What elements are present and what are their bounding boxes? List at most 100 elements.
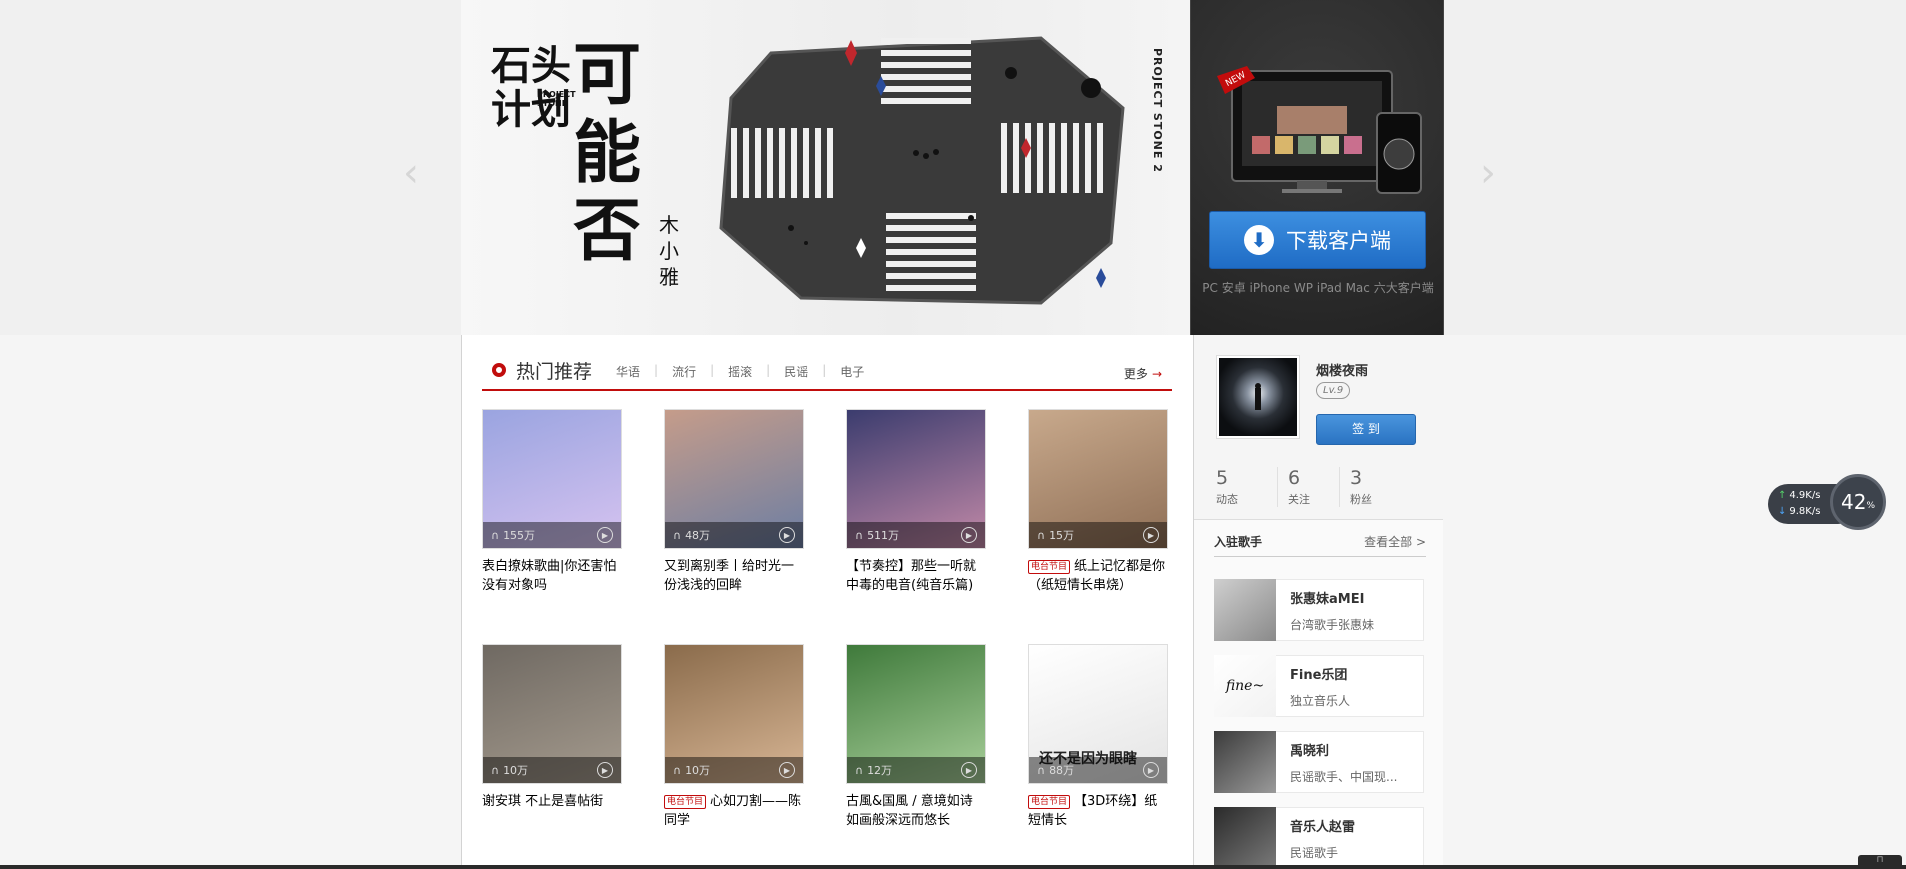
lock-icon[interactable]: ⊓: [1858, 855, 1902, 869]
singer-name: 张惠妹aMEI: [1290, 592, 1365, 607]
cover-bottom-bar: ∩ 155万 ▶: [483, 522, 621, 548]
crossing-illustration: [719, 36, 1125, 305]
singer-item[interactable]: 音乐人赵雷 民谣歌手: [1214, 807, 1424, 869]
playlist-title[interactable]: 电台节目 纸上记忆都是你（纸短情长串烧）: [1028, 557, 1168, 595]
play-icon[interactable]: ▶: [597, 762, 613, 778]
playlist-title[interactable]: 【节奏控】那些一听就中毒的电音(纯音乐篇): [846, 557, 986, 595]
playlist-card: ∩ 10万 ▶ 谢安琪 不止是喜帖街: [482, 644, 622, 869]
radio-badge: 电台节目: [1028, 559, 1071, 574]
play-icon[interactable]: ▶: [1143, 527, 1159, 543]
playlist-cover[interactable]: ∩ 10万 ▶: [482, 644, 622, 784]
singers-header: 入驻歌手 查看全部 >: [1214, 533, 1426, 557]
playlist-cover[interactable]: 还不是因为眼瞎 ∩ 88万 ▶: [1028, 644, 1168, 784]
tag-pop[interactable]: 流行: [672, 363, 696, 380]
playlist-title[interactable]: 电台节目 【3D环绕】纸短情长: [1028, 792, 1168, 830]
playlist-cover[interactable]: ∩ 15万 ▶: [1028, 409, 1168, 549]
play-count: 88万: [1049, 764, 1075, 777]
playlist-cover[interactable]: ∩ 48万 ▶: [664, 409, 804, 549]
user-stats: 5 动态 6 关注 3 粉丝: [1216, 467, 1402, 507]
playlist-cover[interactable]: ∩ 511万 ▶: [846, 409, 986, 549]
play-count: 155万: [503, 529, 536, 542]
playlist-card: ∩ 15万 ▶ 电台节目 纸上记忆都是你（纸短情长串烧）: [1028, 409, 1168, 644]
playlist-card: ∩ 48万 ▶ 又到离别季丨给时光一份浅浅的回眸: [664, 409, 804, 644]
playlist-cover[interactable]: ∩ 12万 ▶: [846, 644, 986, 784]
headphones-icon: ∩: [1037, 528, 1046, 542]
singer-name: 禹晓利: [1290, 744, 1330, 759]
singer-desc: 台湾歌手张惠妹: [1290, 618, 1375, 632]
avatar[interactable]: [1216, 355, 1300, 439]
tag-electronic[interactable]: 电子: [840, 363, 864, 380]
arrow-right-icon: →: [1151, 367, 1162, 381]
playlist-title[interactable]: 表白撩妹歌曲|你还害怕没有对象吗: [482, 557, 622, 595]
playlist-card: ∩ 155万 ▶ 表白撩妹歌曲|你还害怕没有对象吗: [482, 409, 622, 644]
project-stone-logo: 石头计划 PROJECT STONE: [491, 42, 576, 154]
signin-button[interactable]: 签 到: [1316, 414, 1416, 445]
tag-folk[interactable]: 民谣: [784, 363, 808, 380]
playlist-card: ∩ 10万 ▶ 电台节目 心如刀割——陈同学: [664, 644, 804, 869]
play-count: 48万: [685, 529, 711, 542]
singer-desc: 民谣歌手: [1290, 846, 1339, 860]
section-circle-icon: [492, 363, 506, 377]
logo-en: PROJECT STONE: [537, 90, 576, 108]
hot-recommend-title[interactable]: 热门推荐: [516, 357, 592, 384]
more-link[interactable]: 更多 →: [1124, 365, 1162, 382]
singer-item[interactable]: 张惠妹aMEI 台湾歌手张惠妹: [1214, 579, 1424, 641]
playlist-card: 还不是因为眼瞎 ∩ 88万 ▶ 电台节目 【3D环绕】纸短情长: [1028, 644, 1168, 869]
headphones-icon: ∩: [491, 763, 500, 777]
singer-avatar: [1214, 579, 1276, 641]
playlist-cover[interactable]: ∩ 10万 ▶: [664, 644, 804, 784]
playlist-card: ∩ 12万 ▶ 古風&国風 / 意境如诗 如画般深远而悠长: [846, 644, 986, 869]
singer-item[interactable]: fine~ Fine乐团 独立音乐人: [1214, 655, 1424, 717]
playlist-title[interactable]: 又到离别季丨给时光一份浅浅的回眸: [664, 557, 804, 595]
headphones-icon: ∩: [855, 763, 864, 777]
play-icon[interactable]: ▶: [961, 527, 977, 543]
download-client-button[interactable]: ⬇ 下载客户端: [1209, 211, 1426, 269]
banner-prev-arrow[interactable]: ‹: [403, 150, 419, 196]
stat-events[interactable]: 5 动态: [1216, 467, 1278, 507]
cover-bottom-bar: ∩ 12万 ▶: [847, 757, 985, 783]
singer-item[interactable]: 禹晓利 民谣歌手、中国现...: [1214, 731, 1424, 793]
banner-side-caption: PROJECT STONE 2: [1151, 48, 1164, 173]
singer-desc: 民谣歌手、中国现...: [1290, 770, 1398, 784]
cover-bottom-bar: ∩ 15万 ▶: [1029, 522, 1167, 548]
stat-follows[interactable]: 6 关注: [1278, 467, 1340, 507]
play-icon[interactable]: ▶: [1143, 762, 1159, 778]
play-icon[interactable]: ▶: [779, 527, 795, 543]
playlist-title[interactable]: 谢安琪 不止是喜帖街: [482, 792, 622, 811]
play-icon[interactable]: ▶: [597, 527, 613, 543]
username[interactable]: 烟楼夜雨: [1316, 360, 1368, 379]
download-speed: 9.8K/s: [1789, 506, 1821, 517]
net-speed-widget[interactable]: ↑ 4.9K/s ↓ 9.8K/s 42%: [1768, 474, 1886, 532]
singer-name: Fine乐团: [1290, 668, 1348, 683]
banner-artist: 木小雅: [659, 213, 679, 289]
singers-view-all-link[interactable]: 查看全部 >: [1364, 533, 1426, 550]
cover-bottom-bar: ∩ 511万 ▶: [847, 522, 985, 548]
play-icon[interactable]: ▶: [779, 762, 795, 778]
banner-next-arrow[interactable]: ›: [1480, 150, 1496, 196]
tag-rock[interactable]: 摇滚: [728, 363, 752, 380]
download-arrow-icon: ↓: [1778, 506, 1787, 517]
play-icon[interactable]: ▶: [961, 762, 977, 778]
singer-avatar: fine~: [1214, 655, 1276, 717]
logo-cn: 石头计划: [491, 42, 571, 133]
playlist-title[interactable]: 古風&国風 / 意境如诗 如画般深远而悠长: [846, 792, 986, 830]
headphones-icon: ∩: [673, 528, 682, 542]
singer-desc: 独立音乐人: [1290, 694, 1351, 708]
cover-bottom-bar: ∩ 48万 ▶: [665, 522, 803, 548]
playlist-title[interactable]: 电台节目 心如刀割——陈同学: [664, 792, 804, 830]
stat-fans[interactable]: 3 粉丝: [1340, 467, 1402, 507]
download-platforms: PC 安卓 iPhone WP iPad Mac 六大客户端: [1202, 281, 1434, 295]
right-sidebar: 烟楼夜雨 Lv.9 签 到 5 动态 6 关注 3 粉丝 入驻歌手 查看全部 > 张惠…: [1193, 335, 1443, 869]
playlist-cover[interactable]: ∩ 155万 ▶: [482, 409, 622, 549]
user-panel: 烟楼夜雨 Lv.9 签 到 5 动态 6 关注 3 粉丝: [1194, 335, 1443, 520]
singer-avatar: [1214, 807, 1276, 869]
headphones-icon: ∩: [491, 528, 500, 542]
tag-chinese[interactable]: 华语: [616, 363, 640, 380]
play-count: 10万: [503, 764, 529, 777]
singer-logo: fine~: [1225, 678, 1265, 694]
devices-illustration: NEW: [1217, 66, 1422, 194]
banner-carousel[interactable]: 石头计划 PROJECT STONE 可能否 木小雅 PROJECT STONE…: [461, 0, 1191, 335]
avatar-image: [1219, 358, 1297, 436]
radio-badge: 电台节目: [664, 794, 707, 809]
headphones-icon: ∩: [855, 528, 864, 542]
